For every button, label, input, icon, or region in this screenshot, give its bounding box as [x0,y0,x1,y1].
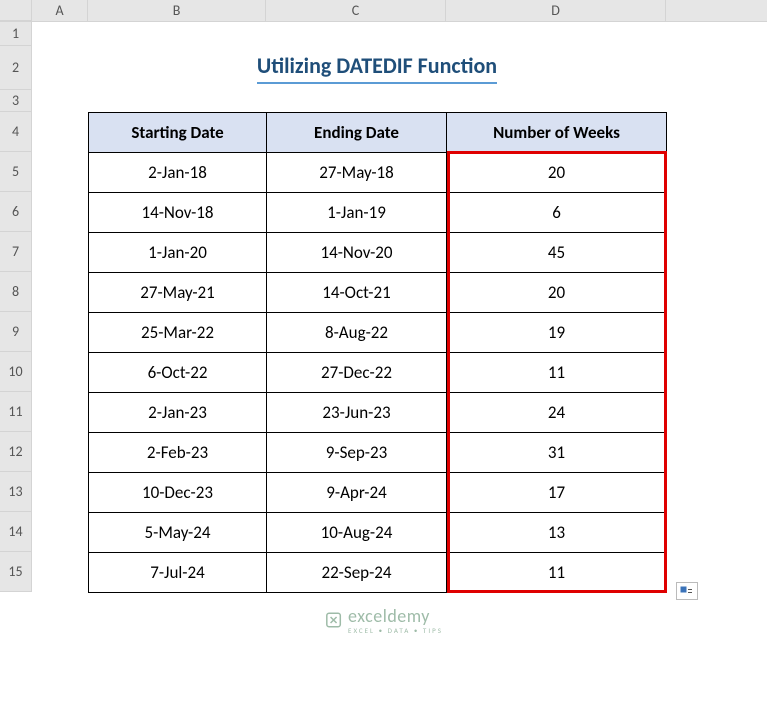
cell-weeks[interactable]: 24 [447,393,667,433]
row-header-4[interactable]: 4 [0,112,32,152]
brand-subtext: EXCEL • DATA • TIPS [348,627,443,634]
page-title: Utilizing DATEDIF Function [257,52,497,84]
cell-end[interactable]: 14-Oct-21 [267,273,447,313]
table-row: 25-Mar-22 8-Aug-22 19 [89,313,667,353]
cell-weeks[interactable]: 11 [447,353,667,393]
table-row: 7-Jul-24 22-Sep-24 11 [89,553,667,593]
col-header-A[interactable]: A [32,0,88,21]
cell-start[interactable]: 14-Nov-18 [89,193,267,233]
row-header-14[interactable]: 14 [0,512,32,552]
cell-end[interactable]: 27-May-18 [267,153,447,193]
column-headers: A B C D [0,0,767,22]
cell-start[interactable]: 1-Jan-20 [89,233,267,273]
autofill-options-button[interactable] [676,582,698,600]
autofill-icon [680,586,694,596]
cell-weeks[interactable]: 11 [447,553,667,593]
cell-end[interactable]: 9-Apr-24 [267,473,447,513]
brand-text-wrap: exceldemy EXCEL • DATA • TIPS [348,605,443,634]
row-header-2[interactable]: 2 [0,46,32,90]
cell-end[interactable]: 22-Sep-24 [267,553,447,593]
cell-start[interactable]: 6-Oct-22 [89,353,267,393]
table-row: 5-May-24 10-Aug-24 13 [89,513,667,553]
cell-end[interactable]: 9-Sep-23 [267,433,447,473]
data-table: Starting Date Ending Date Number of Week… [88,112,667,593]
cell-end[interactable]: 1-Jan-19 [267,193,447,233]
row-header-13[interactable]: 13 [0,472,32,512]
cell-start[interactable]: 2-Jan-18 [89,153,267,193]
cell-start[interactable]: 5-May-24 [89,513,267,553]
row-header-3[interactable]: 3 [0,90,32,112]
row-header-8[interactable]: 8 [0,272,32,312]
table-row: 6-Oct-22 27-Dec-22 11 [89,353,667,393]
cell-weeks[interactable]: 20 [447,153,667,193]
header-ending-date[interactable]: Ending Date [267,113,447,153]
table-row: 2-Jan-18 27-May-18 20 [89,153,667,193]
table-row: 2-Feb-23 9-Sep-23 31 [89,433,667,473]
brand-text: exceldemy [348,605,430,627]
title-cell[interactable]: Utilizing DATEDIF Function [88,46,666,90]
cell-weeks[interactable]: 45 [447,233,667,273]
cell-weeks[interactable]: 13 [447,513,667,553]
cell-start[interactable]: 2-Jan-23 [89,393,267,433]
row-header-10[interactable]: 10 [0,352,32,392]
table-row: 10-Dec-23 9-Apr-24 17 [89,473,667,513]
cell-start[interactable]: 7-Jul-24 [89,553,267,593]
row-header-6[interactable]: 6 [0,192,32,232]
cell-weeks[interactable]: 6 [447,193,667,233]
cell-weeks[interactable]: 19 [447,313,667,353]
cell-start[interactable]: 25-Mar-22 [89,313,267,353]
row-headers: 1 2 3 4 5 6 7 8 9 10 11 12 13 14 15 [0,22,32,592]
row-header-1[interactable]: 1 [0,22,32,46]
cell-end[interactable]: 27-Dec-22 [267,353,447,393]
table-row: 27-May-21 14-Oct-21 20 [89,273,667,313]
cell-weeks[interactable]: 17 [447,473,667,513]
table-row: 14-Nov-18 1-Jan-19 6 [89,193,667,233]
table-row: 2-Jan-23 23-Jun-23 24 [89,393,667,433]
cell-start[interactable]: 2-Feb-23 [89,433,267,473]
cell-end[interactable]: 23-Jun-23 [267,393,447,433]
cell-weeks[interactable]: 20 [447,273,667,313]
cell-weeks[interactable]: 31 [447,433,667,473]
watermark: exceldemy EXCEL • DATA • TIPS [324,605,443,634]
row-header-11[interactable]: 11 [0,392,32,432]
select-all-corner[interactable] [0,0,32,21]
row-header-7[interactable]: 7 [0,232,32,272]
row-header-12[interactable]: 12 [0,432,32,472]
cell-start[interactable]: 27-May-21 [89,273,267,313]
col-header-D[interactable]: D [446,0,666,21]
row-header-15[interactable]: 15 [0,552,32,592]
row-header-5[interactable]: 5 [0,152,32,192]
table-header-row: Starting Date Ending Date Number of Week… [89,113,667,153]
spreadsheet: A B C D 1 2 3 4 5 6 7 8 9 10 11 12 13 14… [0,0,767,711]
cell-end[interactable]: 8-Aug-22 [267,313,447,353]
col-header-B[interactable]: B [88,0,266,21]
cell-end[interactable]: 14-Nov-20 [267,233,447,273]
cell-end[interactable]: 10-Aug-24 [267,513,447,553]
brand-icon [324,611,342,629]
row-header-9[interactable]: 9 [0,312,32,352]
col-header-C[interactable]: C [266,0,446,21]
cell-start[interactable]: 10-Dec-23 [89,473,267,513]
header-starting-date[interactable]: Starting Date [89,113,267,153]
header-number-of-weeks[interactable]: Number of Weeks [447,113,667,153]
table-row: 1-Jan-20 14-Nov-20 45 [89,233,667,273]
